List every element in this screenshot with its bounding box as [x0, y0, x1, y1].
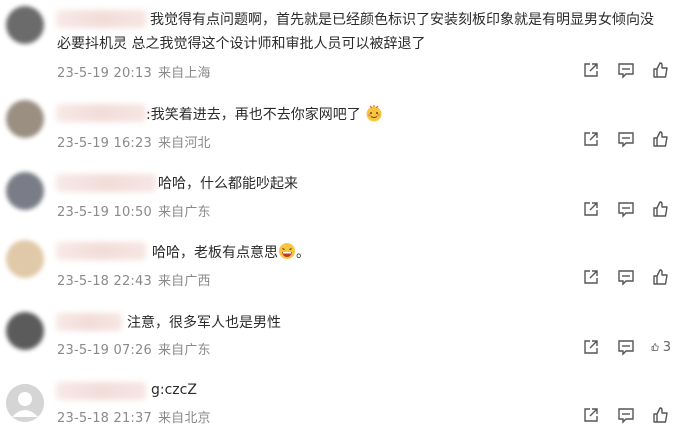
comment-time: 23-5-19 10:50: [57, 205, 152, 220]
comment-item: 注意，很多军人也是男性 23-5-19 07:26 来自广东 3: [0, 300, 685, 372]
username[interactable]: [56, 174, 156, 192]
comment-text: 我觉得有点问题啊，首先就是已经颜色标识了安装刻板印象就是有明显男女倾向没: [150, 12, 654, 28]
comment-text: 哈哈，什么都能吵起来: [158, 176, 298, 192]
comment-icon[interactable]: [616, 337, 636, 357]
comment-icon[interactable]: [616, 267, 636, 287]
comment-text: g:czcZ: [151, 382, 197, 398]
comment-icon[interactable]: [616, 405, 636, 425]
comment-location: 来自河北: [157, 136, 211, 151]
username[interactable]: [56, 382, 146, 400]
avatar[interactable]: [6, 384, 44, 422]
comment-text-content: :我笑着进去，再也不去你家网吧了: [146, 107, 361, 123]
default-avatar-icon: [6, 384, 44, 422]
share-icon[interactable]: [581, 405, 601, 425]
username[interactable]: [56, 10, 146, 28]
thumbs-up-icon[interactable]: [651, 60, 671, 80]
laughing-emoji-icon: [279, 243, 295, 259]
comment-item: 哈哈，什么都能吵起来 23-5-19 10:50 来自广东: [0, 162, 685, 230]
comment-meta: 23-5-18 21:37 来自北京: [57, 407, 211, 426]
comment-icon[interactable]: [616, 199, 636, 219]
comment-meta: 23-5-19 10:50 来自广东: [57, 201, 211, 220]
comment-time: 23-5-19 20:13: [57, 66, 152, 81]
comment-text-line2: 必要抖机灵 总之我觉得这个设计师和审批人员可以被辞退了: [57, 36, 426, 52]
comment-meta: 23-5-19 20:13 来自上海: [57, 62, 211, 81]
comment-icon[interactable]: [616, 60, 636, 80]
comment-actions: 3: [566, 337, 671, 357]
comment-location: 来自上海: [157, 66, 211, 81]
comment-actions: [566, 267, 671, 287]
avatar[interactable]: [6, 240, 44, 278]
share-icon[interactable]: [581, 129, 601, 149]
comment-location: 来自广西: [157, 274, 211, 289]
username[interactable]: [56, 313, 122, 331]
avatar[interactable]: [6, 312, 44, 350]
thumbs-up-icon[interactable]: [651, 129, 671, 149]
comment-item: :我笑着进去，再也不去你家网吧了 23-5-19 16:23 来自河北: [0, 92, 685, 162]
comment-time: 23-5-18 22:43: [57, 274, 152, 289]
comment-text-content: 哈哈，老板有点意思: [152, 245, 278, 261]
comment-text-suffix: 。: [296, 245, 310, 261]
share-icon[interactable]: [581, 267, 601, 287]
comment-actions: [566, 60, 671, 80]
thumbs-up-icon[interactable]: [651, 405, 671, 425]
like-count: 3: [662, 339, 671, 355]
share-icon[interactable]: [581, 199, 601, 219]
comment-meta: 23-5-18 22:43 来自广西: [57, 270, 211, 289]
comment-text: 注意，很多军人也是男性: [127, 315, 281, 331]
comment-time: 23-5-19 07:26: [57, 343, 152, 358]
comment-item: 我觉得有点问题啊，首先就是已经颜色标识了安装刻板印象就是有明显男女倾向没 必要抖…: [0, 0, 685, 92]
comment-location: 来自北京: [157, 411, 211, 426]
share-icon[interactable]: [581, 60, 601, 80]
comment-meta: 23-5-19 07:26 来自广东: [57, 339, 211, 358]
avatar[interactable]: [6, 172, 44, 210]
comment-actions: [566, 129, 671, 149]
comment-text: :我笑着进去，再也不去你家网吧了: [146, 104, 383, 125]
blushing-emoji-icon: [366, 105, 382, 122]
comment-location: 来自广东: [157, 343, 211, 358]
thumbs-up-icon[interactable]: 3: [651, 337, 671, 357]
comment-text: 哈哈，老板有点意思 。: [152, 242, 310, 263]
username[interactable]: [56, 242, 146, 260]
comment-meta: 23-5-19 16:23 来自河北: [57, 132, 211, 151]
comment-item: 哈哈，老板有点意思 。 23-5-18 22:43 来自广西: [0, 230, 685, 300]
thumbs-up-icon[interactable]: [651, 267, 671, 287]
comment-time: 23-5-19 16:23: [57, 136, 152, 151]
avatar[interactable]: [6, 100, 44, 138]
share-icon[interactable]: [581, 337, 601, 357]
comment-location: 来自广东: [157, 205, 211, 220]
comment-icon[interactable]: [616, 129, 636, 149]
avatar[interactable]: [6, 6, 44, 44]
username[interactable]: [56, 104, 146, 122]
comment-actions: [566, 405, 671, 425]
comment-actions: [566, 199, 671, 219]
comment-item: g:czcZ 23-5-18 21:37 来自北京: [0, 372, 685, 445]
comment-time: 23-5-18 21:37: [57, 411, 152, 426]
thumbs-up-icon[interactable]: [651, 199, 671, 219]
